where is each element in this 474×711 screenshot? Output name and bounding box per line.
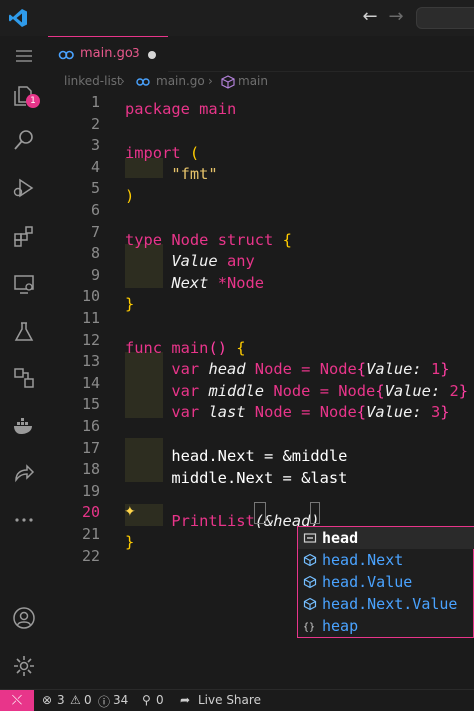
- vscode-logo-icon: [9, 9, 27, 27]
- tab-main-go[interactable]: main.go 3: [48, 36, 168, 72]
- code-line-5: ): [125, 187, 135, 205]
- activity-bar: 1: [0, 36, 48, 686]
- code-line-15: var last Node = Node{Value: 3}: [171, 403, 450, 421]
- docker-icon[interactable]: [12, 414, 36, 438]
- menu-icon[interactable]: [12, 44, 36, 68]
- line-number: 8: [90, 244, 100, 263]
- code-line-8: Value any: [171, 252, 255, 270]
- forward-arrow-icon[interactable]: →: [386, 6, 406, 28]
- line-number: 13: [81, 352, 100, 371]
- module-icon: {}: [303, 622, 315, 633]
- line-number: 15: [81, 395, 100, 414]
- info-count[interactable]: 34: [113, 693, 128, 707]
- line-number: 5: [90, 179, 100, 198]
- line-number: 4: [90, 157, 100, 176]
- code-line-9: Next *Node: [171, 274, 265, 292]
- info-icon[interactable]: ⓘ: [98, 693, 110, 710]
- title-bar: ← →: [0, 0, 474, 36]
- line-number: 1: [90, 93, 100, 111]
- remote-explorer-icon[interactable]: [12, 272, 36, 296]
- field-icon: [303, 597, 317, 611]
- line-number: 11: [81, 309, 100, 327]
- live-share-label[interactable]: Live Share: [198, 693, 261, 707]
- line-number: 6: [90, 201, 100, 219]
- code-line-3: import (: [125, 144, 200, 162]
- bracket-match-box: [254, 502, 266, 524]
- account-icon[interactable]: [12, 606, 36, 630]
- error-count[interactable]: 3: [57, 693, 65, 707]
- source-control-icon[interactable]: [12, 366, 36, 390]
- explorer-badge: 1: [26, 94, 40, 108]
- code-line-1: package main: [125, 100, 237, 118]
- suggestion-item[interactable]: head: [298, 527, 474, 549]
- code-line-12: func main() {: [125, 339, 246, 357]
- code-line-10: }: [125, 295, 135, 313]
- autocomplete-suggest-widget[interactable]: head head.Next head.Value head.Next.Valu…: [297, 526, 474, 638]
- svg-text:{}: {}: [303, 622, 315, 633]
- code-line-13: var head Node = Node{Value: 1}: [171, 360, 450, 378]
- line-number: 21: [81, 525, 100, 543]
- field-icon: [303, 553, 317, 567]
- breadcrumb-symbol[interactable]: main: [238, 74, 268, 88]
- line-number: 19: [81, 481, 100, 500]
- variable-icon: [303, 533, 317, 543]
- bracket-match-box: [310, 502, 320, 524]
- breadcrumb: linked-list › main.go › main: [48, 72, 474, 92]
- settings-gear-icon[interactable]: [12, 654, 36, 678]
- more-icon[interactable]: [12, 508, 36, 532]
- live-share-icon[interactable]: ➦: [180, 693, 190, 707]
- ports-icon[interactable]: ⚲: [142, 693, 151, 707]
- warning-count[interactable]: 0: [84, 693, 92, 707]
- extensions-icon[interactable]: [12, 224, 36, 248]
- tab-label: main.go: [80, 46, 133, 61]
- code-line-14: var middle Node = Node{Value: 2}: [171, 382, 469, 400]
- breadcrumb-folder[interactable]: linked-list: [64, 74, 122, 88]
- line-number: 20: [81, 503, 100, 522]
- command-center-search[interactable]: [416, 7, 474, 29]
- breadcrumb-file[interactable]: main.go: [156, 74, 205, 88]
- code-line-4: "fmt": [171, 165, 218, 183]
- search-icon[interactable]: [12, 128, 36, 152]
- status-bar: ⤬ ⊗ 3 ⚠ 0 ⓘ 34 ⚲ 0 ➦ Live Share: [0, 689, 474, 711]
- live-share-icon[interactable]: [12, 460, 36, 484]
- line-number: 7: [90, 222, 100, 241]
- field-icon: [303, 575, 317, 589]
- code-line-18: middle.Next = &last: [171, 469, 348, 487]
- tab-problem-count: 3: [132, 46, 140, 60]
- code-line-20: PrintList(&head): [171, 512, 320, 530]
- errors-icon[interactable]: ⊗: [42, 693, 52, 707]
- breadcrumb-separator-icon: ›: [208, 74, 213, 88]
- line-number: 16: [81, 417, 100, 435]
- go-file-icon: [58, 50, 74, 60]
- editor-tab-bar: main.go 3: [48, 36, 474, 72]
- suggestion-item[interactable]: head.Next.Value: [298, 593, 474, 615]
- remote-indicator-icon[interactable]: ⤬: [0, 690, 34, 711]
- line-number: 18: [81, 460, 100, 479]
- explorer-icon[interactable]: 1: [12, 84, 40, 108]
- line-number: 3: [90, 136, 100, 155]
- line-number: 22: [81, 546, 100, 565]
- back-arrow-icon[interactable]: ←: [360, 6, 380, 28]
- method-symbol-icon: [221, 75, 235, 89]
- code-line-17: head.Next = &middle: [171, 447, 348, 465]
- suggestion-item[interactable]: head.Next: [298, 549, 474, 571]
- line-number: 10: [81, 287, 100, 306]
- line-number: 12: [81, 330, 100, 349]
- code-line-21: }: [125, 533, 135, 551]
- line-number: 14: [81, 373, 100, 392]
- ports-count[interactable]: 0: [156, 693, 164, 707]
- suggestion-item[interactable]: head.Value: [298, 571, 474, 593]
- line-number: 2: [90, 114, 100, 133]
- warning-icon[interactable]: ⚠: [70, 693, 81, 707]
- breadcrumb-separator-icon: ›: [120, 74, 125, 88]
- suggestion-item[interactable]: {} heap: [298, 615, 474, 637]
- run-debug-icon[interactable]: [12, 176, 36, 200]
- unsaved-dot-icon[interactable]: [148, 51, 156, 59]
- go-file-icon: [136, 78, 150, 86]
- line-number: 17: [81, 438, 100, 457]
- line-number: 9: [90, 265, 100, 284]
- testing-icon[interactable]: [12, 320, 36, 344]
- code-line-7: type Node struct {: [125, 231, 292, 249]
